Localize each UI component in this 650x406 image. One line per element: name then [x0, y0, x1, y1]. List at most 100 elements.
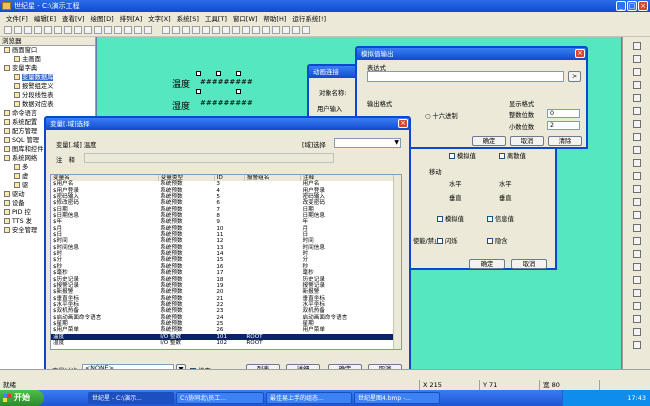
scale-vertical[interactable]: 垂直: [499, 193, 512, 202]
output-ok-button[interactable]: 确定: [472, 136, 506, 146]
browser-tree-item[interactable]: 报警组定义: [0, 82, 95, 91]
task-button[interactable]: C:\协同北\员工...: [176, 392, 264, 404]
start-button[interactable]: 开始: [0, 390, 44, 406]
toolbar-icon[interactable]: [4, 26, 12, 34]
toolbar-icon[interactable]: [202, 26, 210, 34]
toolbar-icon[interactable]: [292, 26, 300, 34]
hex-radio[interactable]: ○ 十六进制: [425, 111, 458, 120]
dec-digits-input[interactable]: 2: [547, 121, 580, 130]
humid-label[interactable]: 湿度: [172, 99, 190, 112]
toolbar-icon[interactable]: [134, 26, 142, 34]
field-select-dropdown[interactable]: ▼: [334, 138, 401, 148]
toolbar-icon[interactable]: [44, 26, 52, 34]
toolbar-icon[interactable]: [64, 26, 72, 34]
toolbar-icon[interactable]: [212, 26, 220, 34]
task-button[interactable]: 世纪星 - C:\演示...: [88, 392, 174, 404]
selection-handle[interactable]: [236, 89, 241, 94]
temp-value[interactable]: #########: [200, 78, 253, 86]
toolbar-icon[interactable]: [182, 26, 190, 34]
int-digits-input[interactable]: 0: [547, 109, 580, 118]
anim-check-4[interactable]: 信息值: [487, 214, 514, 223]
temp-label[interactable]: 温度: [172, 77, 190, 90]
menu-item[interactable]: 系统[S]: [177, 13, 199, 23]
browser-tree-item[interactable]: 画面窗口: [0, 46, 95, 55]
draw-tool-icon[interactable]: [632, 198, 641, 206]
output-cancel-button[interactable]: 取消: [510, 136, 544, 146]
menu-item[interactable]: 工具[T]: [205, 13, 227, 23]
list-scrollbar[interactable]: [393, 175, 401, 349]
menu-item[interactable]: 帮助[H]: [263, 13, 286, 23]
toolbar-icon[interactable]: [262, 26, 270, 34]
browser-tree-item[interactable]: 数据对应表: [0, 100, 95, 109]
draw-tool-icon[interactable]: [632, 55, 641, 63]
anim-check-3[interactable]: 模拟值: [437, 214, 464, 223]
toolbar-icon[interactable]: [14, 26, 22, 34]
varsel-close-button[interactable]: ×: [398, 119, 408, 128]
browser-tree-item[interactable]: 变量数据库: [0, 73, 95, 82]
toolbar-icon[interactable]: [94, 26, 102, 34]
menu-item[interactable]: 文字[X]: [148, 13, 171, 23]
toolbar-icon[interactable]: [74, 26, 82, 34]
output-close-button[interactable]: ×: [575, 49, 585, 58]
draw-tool-icon[interactable]: [632, 341, 641, 349]
draw-tool-icon[interactable]: [632, 276, 641, 284]
draw-tool-icon[interactable]: [632, 237, 641, 245]
draw-tool-icon[interactable]: [632, 81, 641, 89]
toolbar-icon[interactable]: [192, 26, 200, 34]
maximize-button[interactable]: □: [627, 1, 637, 11]
toolbar-icon[interactable]: [242, 26, 250, 34]
humid-value[interactable]: #########: [200, 99, 253, 107]
draw-tool-icon[interactable]: [632, 159, 641, 167]
close-button[interactable]: ×: [638, 1, 648, 11]
toolbar-icon[interactable]: [124, 26, 132, 34]
move-vertical[interactable]: 垂直: [449, 193, 462, 202]
browser-tree-item[interactable]: 变量字典: [0, 64, 95, 73]
draw-tool-icon[interactable]: [632, 42, 641, 50]
draw-tool-icon[interactable]: [632, 302, 641, 310]
toolbar-icon[interactable]: [272, 26, 280, 34]
toolbar-icon[interactable]: [24, 26, 32, 34]
draw-tool-icon[interactable]: [632, 263, 641, 271]
menu-item[interactable]: 查看[V]: [62, 13, 85, 23]
selection-handle[interactable]: [216, 71, 221, 76]
draw-tool-icon[interactable]: [632, 250, 641, 258]
toolbar-icon[interactable]: [222, 26, 230, 34]
toolbar-icon[interactable]: [84, 26, 92, 34]
table-row[interactable]: 湿度 I/O 整数 102 ROOT: [51, 340, 401, 346]
draw-tool-icon[interactable]: [632, 68, 641, 76]
draw-tool-icon[interactable]: [632, 146, 641, 154]
draw-tool-icon[interactable]: [632, 328, 641, 336]
scale-horizontal[interactable]: 水平: [499, 179, 512, 188]
toolbar-icon[interactable]: [54, 26, 62, 34]
selection-handle[interactable]: [236, 71, 241, 76]
task-button[interactable]: 最佳易上手的组态...: [266, 392, 352, 404]
toolbar-icon[interactable]: [252, 26, 260, 34]
anim-cancel-button[interactable]: 取消: [511, 259, 547, 269]
anim-check-5[interactable]: 闪烁: [437, 236, 458, 245]
draw-tool-icon[interactable]: [632, 315, 641, 323]
draw-tool-icon[interactable]: [632, 172, 641, 180]
toolbar-icon[interactable]: [34, 26, 42, 34]
toolbar-icon[interactable]: [302, 26, 310, 34]
draw-tool-icon[interactable]: [632, 289, 641, 297]
expression-input[interactable]: [367, 71, 564, 82]
minimize-button[interactable]: _: [616, 1, 626, 11]
draw-tool-icon[interactable]: [632, 120, 641, 128]
output-clear-button[interactable]: 清除: [548, 136, 582, 146]
anim-check-6[interactable]: 隐含: [487, 236, 508, 245]
menu-item[interactable]: 文件[F]: [6, 13, 28, 23]
task-button[interactable]: 世纪星图4.bmp -...: [354, 392, 440, 404]
toolbar-icon[interactable]: [104, 26, 112, 34]
draw-tool-icon[interactable]: [632, 133, 641, 141]
selection-handle[interactable]: [196, 89, 201, 94]
menu-item[interactable]: 编辑[E]: [34, 13, 56, 23]
anim-check-2[interactable]: 离散值: [499, 151, 526, 160]
draw-tool-icon[interactable]: [632, 211, 641, 219]
move-horizontal[interactable]: 水平: [449, 179, 462, 188]
draw-tool-icon[interactable]: [632, 107, 641, 115]
browser-tree-item[interactable]: 分段线性表: [0, 91, 95, 100]
toolbar-icon[interactable]: [172, 26, 180, 34]
draw-tool-icon[interactable]: [632, 94, 641, 102]
toolbar-icon[interactable]: [114, 26, 122, 34]
anim-check-1[interactable]: 模拟值: [449, 151, 476, 160]
